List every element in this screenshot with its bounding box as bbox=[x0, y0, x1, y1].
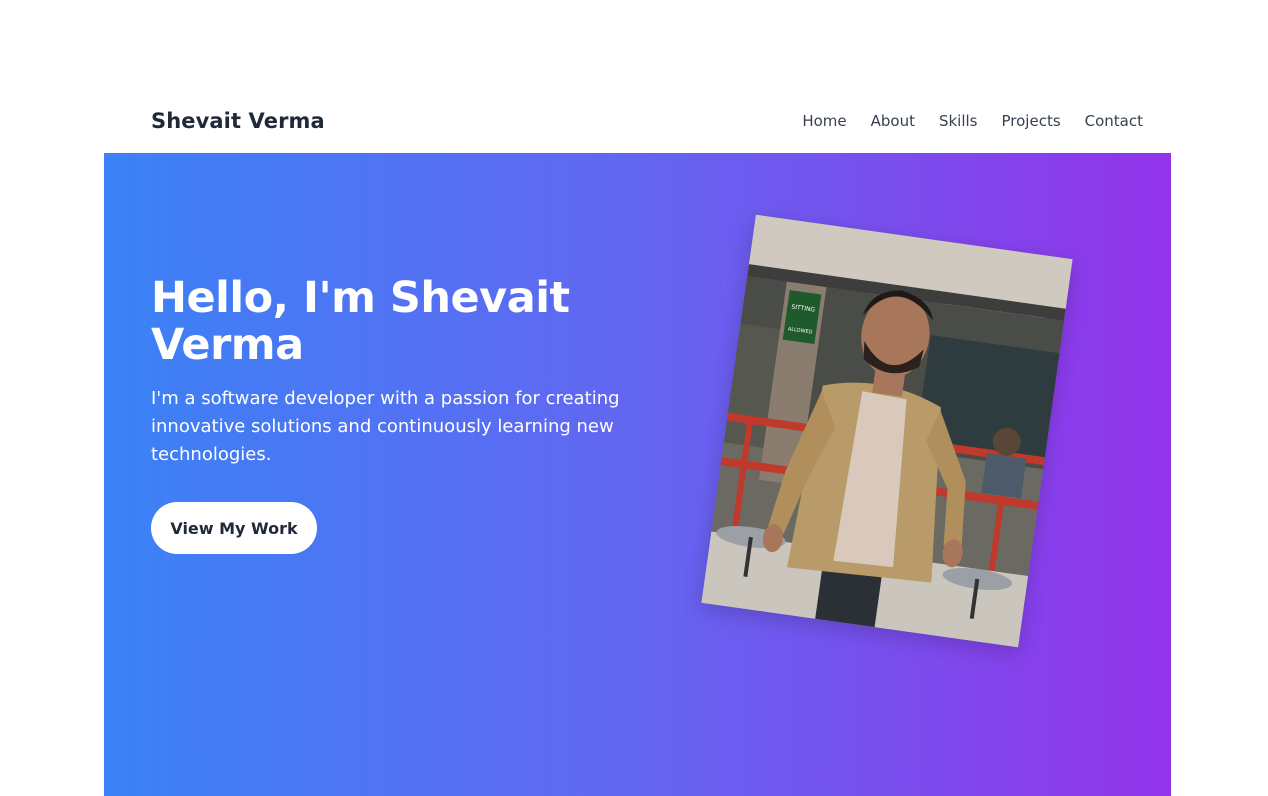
brand-logo[interactable]: Shevait Verma bbox=[151, 109, 325, 133]
nav-link-contact[interactable]: Contact bbox=[1085, 112, 1143, 130]
view-my-work-button[interactable]: View My Work bbox=[151, 502, 317, 554]
container: Shevait Verma Home About Skills Projects… bbox=[104, 0, 1171, 796]
hero-text: Hello, I'm Shevait Verma I'm a software … bbox=[151, 275, 621, 469]
nav-link-about[interactable]: About bbox=[871, 112, 915, 130]
hero-subtitle: I'm a software developer with a passion … bbox=[151, 388, 620, 465]
nav-links: Home About Skills Projects Contact bbox=[802, 112, 1143, 130]
profile-photo: SITTING ALLOWED bbox=[701, 214, 1073, 648]
hero-section: Hello, I'm Shevait Verma I'm a software … bbox=[104, 153, 1171, 796]
nav-link-projects[interactable]: Projects bbox=[1002, 112, 1061, 130]
page: Shevait Verma Home About Skills Projects… bbox=[0, 0, 1268, 796]
nav-link-skills[interactable]: Skills bbox=[939, 112, 978, 130]
navbar: Shevait Verma Home About Skills Projects… bbox=[104, 93, 1171, 153]
hero-title: Hello, I'm Shevait Verma bbox=[151, 273, 570, 370]
nav-link-home[interactable]: Home bbox=[802, 112, 846, 130]
